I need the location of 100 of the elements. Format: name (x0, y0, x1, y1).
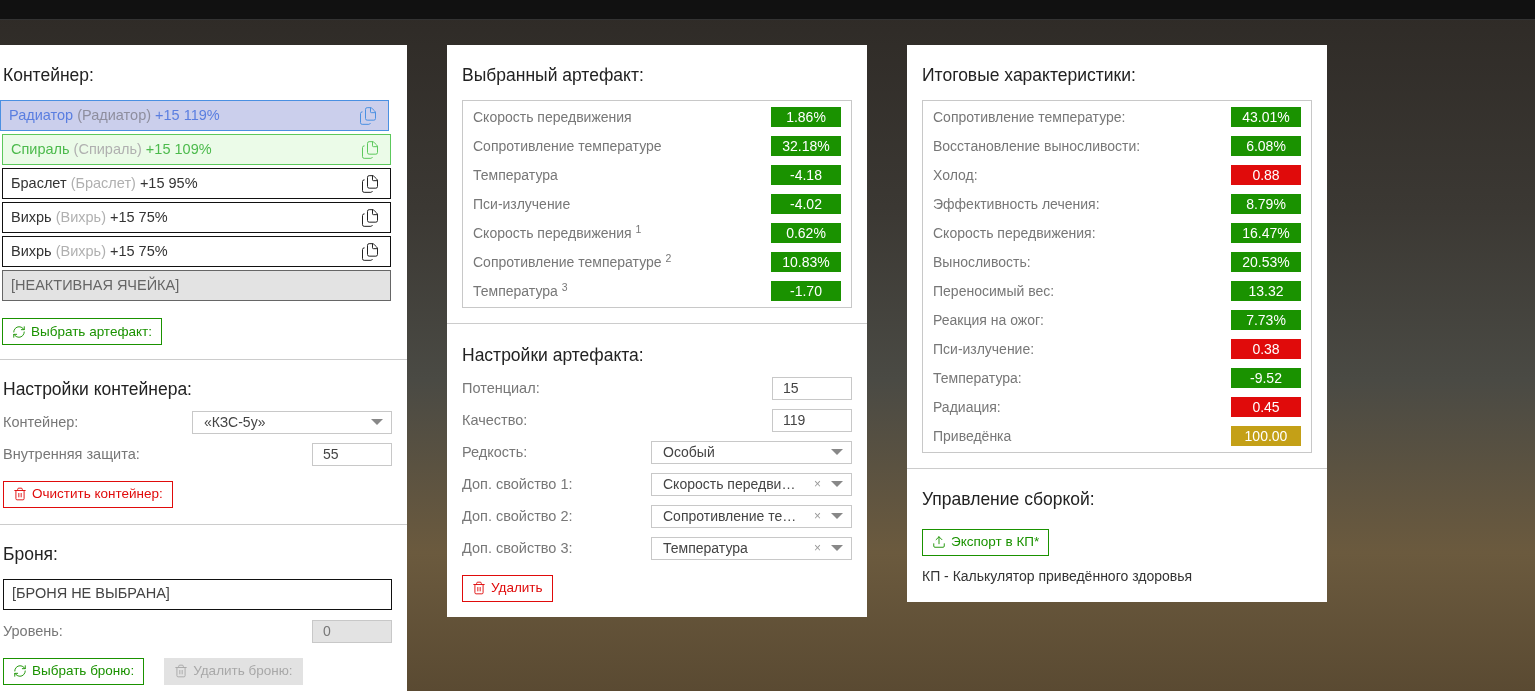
section-title: Настройки контейнера: (3, 378, 193, 402)
copy-icon[interactable] (360, 241, 380, 262)
stat-value: -4.18 (771, 165, 841, 186)
stat-label: Холод: (933, 165, 978, 185)
field-label: Контейнер: (3, 412, 79, 432)
trash-icon (472, 581, 486, 595)
stat-label: Температура (473, 165, 558, 185)
armor-slot[interactable]: [БРОНЯ НЕ ВЫБРАНА] (3, 578, 392, 610)
field-label: Внутренняя защита: (3, 444, 140, 464)
select-field[interactable]: «КЗС-5у» (192, 410, 392, 434)
stat-value: -1.70 (771, 281, 841, 302)
stat-label: Температура: (933, 368, 1022, 388)
copy-icon[interactable] (360, 207, 380, 228)
number-field[interactable]: 55 (312, 442, 392, 466)
artifact-slot[interactable]: Вихрь (Вихрь) +15 75% (2, 202, 391, 234)
stat-label: Пси-излучение: (933, 339, 1035, 359)
caret-icon (371, 419, 383, 425)
export-button[interactable]: Экспорт в КП* (922, 528, 1050, 556)
select-button[interactable]: Выбрать артефакт: (2, 318, 162, 346)
number-field[interactable]: 15 (772, 376, 852, 400)
stat-label: Восстановление выносливости: (933, 136, 1141, 156)
stat-label: Температура $^{3}$ (473, 280, 568, 301)
stat-label: Реакция на ожог: (933, 310, 1044, 330)
slot-text: Радиатор (Радиатор) +15 119% (9, 105, 221, 125)
stat-value: 0.88 (1231, 165, 1301, 186)
copy-icon[interactable] (360, 173, 380, 194)
field-label: Потенциал: (462, 378, 540, 398)
stat-value: 7.73% (1231, 310, 1301, 331)
stat-label: Сопротивление температуре (473, 136, 662, 156)
stat-value: 1.86% (771, 107, 841, 128)
stat-label: Пси-излучение (473, 194, 571, 214)
stat-label: Приведёнка (933, 426, 1012, 446)
section-title: Итоговые характеристики: (922, 64, 1137, 87)
stat-value: 13.32 (1231, 281, 1301, 302)
slot-text: [НЕАКТИВНАЯ ЯЧЕЙКА] (11, 275, 181, 295)
refresh-icon (12, 324, 26, 339)
caret-icon (831, 513, 843, 519)
stat-value: -4.02 (771, 194, 841, 215)
stat-value: 0.45 (1231, 397, 1301, 418)
stat-value: 16.47% (1231, 223, 1301, 244)
stat-label: Сопротивление температуре $^{2}$ (473, 251, 672, 272)
select-value: Скорость передви… (663, 474, 797, 494)
select-button[interactable]: Выбрать броню: (3, 657, 145, 685)
stat-label: Скорость передвижения $^{1}$ (473, 222, 642, 243)
stat-label: Скорость передвижения: (933, 223, 1096, 243)
note-text: КП - Калькулятор приведённого здоровья (922, 566, 1194, 586)
select-field[interactable]: Температура × (651, 536, 852, 560)
artifact-slot[interactable]: Радиатор (Радиатор) +15 119% (0, 100, 389, 132)
field-label: Редкость: (462, 442, 528, 462)
section-title: Контейнер: (3, 64, 95, 87)
clear-icon[interactable]: × (814, 478, 821, 490)
stat-value: -9.52 (1231, 368, 1301, 389)
upload-icon (932, 535, 946, 549)
select-value: «КЗС-5у» (204, 412, 267, 432)
stat-label: Эффективность лечения: (933, 194, 1100, 214)
slot-text: Вихрь (Вихрь) +15 75% (11, 241, 169, 261)
field-label: Качество: (462, 410, 528, 430)
section-title: Управление сборкой: (922, 488, 1096, 512)
select-field[interactable]: Особый (651, 440, 852, 464)
field-label: Доп. свойство 2: (462, 506, 573, 526)
field-label: Доп. свойство 3: (462, 538, 573, 558)
clear-icon[interactable]: × (814, 510, 821, 522)
clear-icon[interactable]: × (814, 542, 821, 554)
section-title: Выбранный артефакт: (462, 64, 645, 87)
select-value: Температура (663, 538, 749, 558)
stat-value: 20.53% (1231, 252, 1301, 273)
delete-button[interactable]: Удалить (462, 574, 553, 602)
stat-value: 0.62% (771, 223, 841, 244)
stat-label: Переносимый вес: (933, 281, 1055, 301)
number-field[interactable]: 119 (772, 408, 852, 432)
caret-icon (831, 481, 843, 487)
field-label: Доп. свойство 1: (462, 474, 573, 494)
section-title: Броня: (3, 542, 59, 566)
artifact-slot[interactable]: Вихрь (Вихрь) +15 75% (2, 236, 391, 268)
stat-label: Радиация: (933, 397, 1001, 417)
section-title: Настройки артефакта: (462, 344, 645, 368)
stat-value: 43.01% (1231, 107, 1301, 128)
slot-text: Браслет (Браслет) +15 95% (11, 173, 199, 193)
refresh-icon (13, 664, 27, 679)
trash-icon (174, 664, 189, 679)
slot-text: Вихрь (Вихрь) +15 75% (11, 207, 169, 227)
select-value: Особый (663, 442, 716, 462)
stat-value: 0.38 (1231, 339, 1301, 360)
select-field[interactable]: Сопротивление те… × (651, 504, 852, 528)
select-field[interactable]: Скорость передви… × (651, 472, 852, 496)
slot-text: Спираль (Спираль) +15 109% (11, 139, 213, 159)
delete-button[interactable]: Очистить контейнер: (3, 480, 173, 508)
stat-label: Скорость передвижения (473, 107, 632, 127)
stat-value: 32.18% (771, 136, 841, 157)
artifact-slot[interactable]: Браслет (Браслет) +15 95% (2, 168, 391, 200)
stat-label: Выносливость: (933, 252, 1031, 272)
stat-value: 100.00 (1231, 426, 1301, 447)
stat-value: 8.79% (1231, 194, 1301, 215)
field-label: Уровень: (3, 621, 63, 641)
stat-value: 10.83% (771, 252, 841, 273)
caret-icon (831, 449, 843, 455)
caret-icon (831, 545, 843, 551)
select-value: Сопротивление те… (663, 506, 798, 526)
stat-value: 6.08% (1231, 136, 1301, 157)
stat-label: Сопротивление температуре: (933, 107, 1126, 127)
